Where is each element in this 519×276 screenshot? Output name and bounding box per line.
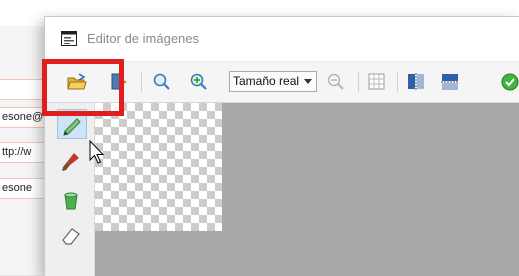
image-canvas-area[interactable] (95, 103, 519, 276)
tool-pencil[interactable] (57, 109, 87, 139)
toolbar-separator (141, 72, 142, 92)
fill-bucket-icon (64, 192, 78, 210)
mouse-cursor-icon (89, 140, 105, 164)
zoom-fit-icon[interactable] (325, 71, 347, 93)
dialog-title: Editor de imágenes (87, 31, 200, 46)
editor-toolbar: Tamaño real (45, 62, 519, 103)
toolbar-separator (397, 72, 398, 92)
brush-icon (62, 153, 79, 171)
tool-brush[interactable] (57, 147, 87, 177)
export-icon[interactable] (109, 71, 131, 93)
zoom-in-icon[interactable] (188, 71, 210, 93)
tool-eraser[interactable] (57, 221, 87, 251)
zoom-level-select[interactable]: Tamaño real (229, 71, 317, 92)
image-editor-dialog: Editor de imágenes Tamaño real (44, 16, 519, 276)
confirm-icon[interactable] (499, 71, 519, 93)
open-folder-icon[interactable] (66, 71, 88, 93)
zoom-out-icon[interactable] (151, 71, 173, 93)
flip-horizontal-icon[interactable] (405, 71, 427, 93)
flip-vertical-icon[interactable] (439, 71, 461, 93)
tool-palette (45, 103, 95, 276)
zoom-level-value: Tamaño real (233, 74, 300, 88)
grid-icon[interactable] (366, 71, 388, 93)
pencil-icon (63, 118, 81, 136)
dialog-titlebar[interactable]: Editor de imágenes (45, 17, 519, 62)
transparent-image-canvas[interactable] (95, 103, 222, 231)
window-icon (61, 31, 77, 46)
tool-fill[interactable] (57, 185, 87, 215)
eraser-icon (62, 228, 80, 245)
chevron-down-icon (304, 79, 312, 84)
toolbar-separator (358, 72, 359, 92)
